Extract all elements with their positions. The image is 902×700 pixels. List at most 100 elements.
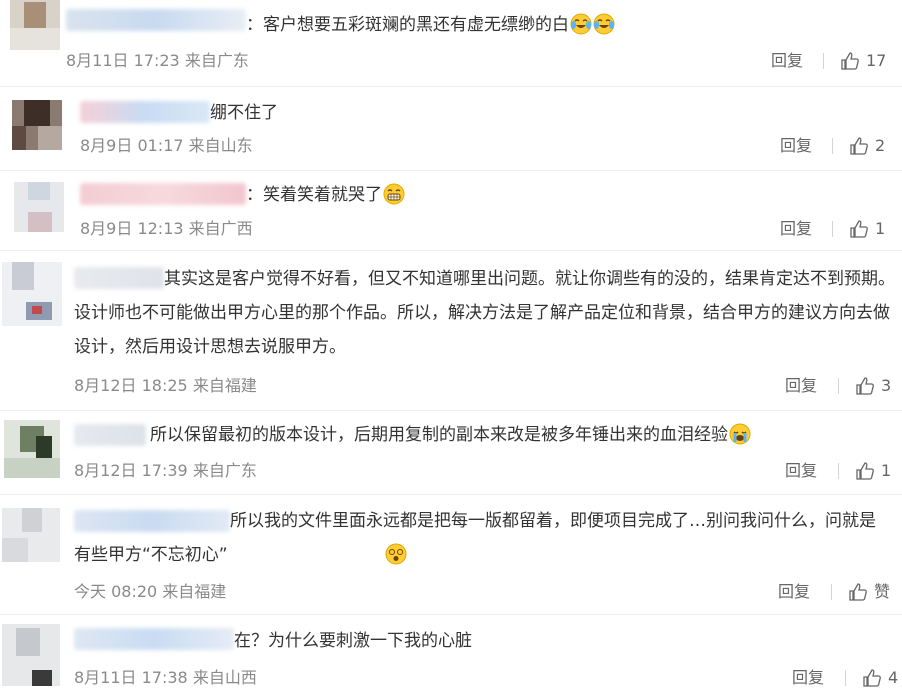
- thumbs-up-icon: [841, 52, 859, 70]
- comment-meta: 8月12日 17:39 来自广东: [74, 461, 257, 481]
- divider: [0, 250, 902, 251]
- reply-button[interactable]: 回复: [785, 461, 817, 481]
- timestamp: 8月9日 12:13: [80, 219, 184, 238]
- comment-meta: 8月11日 17:38 来自山西: [74, 668, 257, 688]
- comment-text: ：笑着笑着就哭了: [246, 178, 405, 212]
- thumbs-up-icon: [863, 669, 881, 687]
- comment-meta: 今天 08:20 来自福建: [74, 582, 226, 602]
- location: 来自广东: [184, 51, 249, 70]
- comment-body: ：客户想要五彩斑斓的黑还有虚无缥缈的白: [246, 15, 569, 35]
- location: 来自广西: [188, 219, 253, 238]
- thumbs-up-icon: [850, 220, 868, 238]
- comment-item: 所以保留最初的版本设计，后期用复制的副本来改是被多年锤出来的血泪经验 8月12日…: [0, 416, 902, 490]
- divider: [831, 584, 832, 600]
- like-count: 3: [881, 376, 892, 395]
- comment-body: 所以保留最初的版本设计，后期用复制的副本来改是被多年锤出来的血泪经验: [150, 425, 728, 445]
- comment-text: 所以我的文件里面永远都是把每一版都留着，即便项目完成了…别问我问什么，问就是有些…: [74, 504, 890, 572]
- location: 来自山东: [188, 136, 253, 155]
- like-button[interactable]: 1: [849, 219, 885, 239]
- timestamp: 8月9日 01:17: [80, 136, 184, 155]
- thumbs-up-icon: [856, 462, 874, 480]
- comment-meta: 8月11日 17:23 来自广东: [66, 51, 249, 71]
- divider: [0, 86, 902, 87]
- divider: [832, 138, 833, 154]
- like-button[interactable]: 3: [855, 376, 891, 396]
- comment-body: 其实这是客户觉得不好看，但又不知道哪里出问题。就让你调些有的没的，结果肯定达不到…: [74, 269, 895, 357]
- divider: [0, 410, 902, 411]
- thumbs-up-icon: [856, 377, 874, 395]
- like-count: 17: [866, 51, 887, 70]
- avatar[interactable]: [2, 508, 60, 562]
- username-blurred[interactable]: [80, 101, 210, 123]
- username-blurred[interactable]: [66, 9, 246, 31]
- location: 来自广东: [192, 461, 257, 480]
- comment-text: 其实这是客户觉得不好看，但又不知道哪里出问题。就让你调些有的没的，结果肯定达不到…: [74, 262, 900, 364]
- like-count: 2: [875, 136, 886, 155]
- like-button[interactable]: 2: [849, 136, 885, 156]
- divider: [0, 494, 902, 495]
- username-blurred[interactable]: [74, 424, 146, 446]
- timestamp: 8月11日 17:38: [74, 668, 188, 687]
- like-button[interactable]: 1: [855, 461, 891, 481]
- divider: [0, 170, 902, 171]
- timestamp: 8月12日 18:25: [74, 376, 188, 395]
- dizzy-face-icon: [229, 543, 407, 565]
- divider: [838, 463, 839, 479]
- timestamp: 今天 08:20: [74, 582, 158, 601]
- location: 来自福建: [162, 582, 227, 601]
- comment-item: ：客户想要五彩斑斓的黑还有虚无缥缈的白 8月11日 17:23 来自广东 回复 …: [0, 0, 902, 84]
- like-count: 1: [875, 219, 886, 238]
- comment-text: 所以保留最初的版本设计，后期用复制的副本来改是被多年锤出来的血泪经验: [150, 418, 751, 452]
- like-count: 赞: [874, 582, 891, 601]
- reply-button[interactable]: 回复: [780, 136, 812, 156]
- comment-body: 绷不住了: [210, 103, 278, 123]
- comment-body: 所以我的文件里面永远都是把每一版都留着，即便项目完成了…别问我问什么，问就是有些…: [74, 511, 876, 565]
- comment-text: ：客户想要五彩斑斓的黑还有虚无缥缈的白: [246, 8, 615, 42]
- username-blurred[interactable]: [80, 183, 246, 205]
- avatar[interactable]: [10, 0, 60, 50]
- divider: [838, 378, 839, 394]
- comment-text: 在？为什么要刺激一下我的心脏: [234, 624, 472, 658]
- reply-button[interactable]: 回复: [771, 51, 803, 71]
- thumbs-up-icon: [850, 137, 868, 155]
- like-button[interactable]: 赞: [848, 582, 890, 602]
- like-count: 4: [888, 668, 899, 687]
- comment-item: 其实这是客户觉得不好看，但又不知道哪里出问题。就让你调些有的没的，结果肯定达不到…: [0, 258, 902, 408]
- avatar[interactable]: [4, 420, 60, 478]
- sob-icon: [729, 423, 751, 445]
- cry-laugh-icon: [570, 13, 592, 35]
- grin-icon: [383, 183, 405, 205]
- reply-button[interactable]: 回复: [778, 582, 810, 602]
- avatar[interactable]: [2, 624, 60, 686]
- reply-button[interactable]: 回复: [792, 668, 824, 688]
- comment-item: 所以我的文件里面永远都是把每一版都留着，即便项目完成了…别问我问什么，问就是有些…: [0, 502, 902, 612]
- like-button[interactable]: 17: [840, 51, 886, 71]
- divider: [823, 53, 824, 69]
- comment-text: 绷不住了: [210, 96, 278, 130]
- comment-meta: 8月9日 01:17 来自山东: [80, 136, 253, 156]
- reply-button[interactable]: 回复: [780, 219, 812, 239]
- timestamp: 8月12日 17:39: [74, 461, 188, 480]
- comment-body: ：笑着笑着就哭了: [246, 185, 382, 205]
- comment-item: ：笑着笑着就哭了 8月9日 12:13 来自广西 回复 1: [0, 176, 902, 246]
- comment-item: 绷不住了 8月9日 01:17 来自山东 回复 2: [0, 96, 902, 166]
- like-count: 1: [881, 461, 892, 480]
- cry-laugh-icon: [593, 13, 615, 35]
- username-blurred[interactable]: [74, 628, 234, 650]
- timestamp: 8月11日 17:23: [66, 51, 180, 70]
- comment-item: 在？为什么要刺激一下我的心脏 8月11日 17:38 来自山西 回复 4: [0, 622, 902, 700]
- thumbs-up-icon: [849, 583, 867, 601]
- location: 来自福建: [192, 376, 257, 395]
- divider: [832, 221, 833, 237]
- avatar[interactable]: [2, 262, 62, 326]
- divider: [0, 614, 902, 615]
- avatar[interactable]: [12, 100, 62, 150]
- comment-meta: 8月12日 18:25 来自福建: [74, 376, 257, 396]
- avatar[interactable]: [14, 182, 64, 232]
- location: 来自山西: [192, 668, 257, 687]
- comment-meta: 8月9日 12:13 来自广西: [80, 219, 253, 239]
- reply-button[interactable]: 回复: [785, 376, 817, 396]
- like-button[interactable]: 4: [862, 668, 898, 688]
- divider: [845, 670, 846, 686]
- comment-body: 在？为什么要刺激一下我的心脏: [234, 631, 472, 651]
